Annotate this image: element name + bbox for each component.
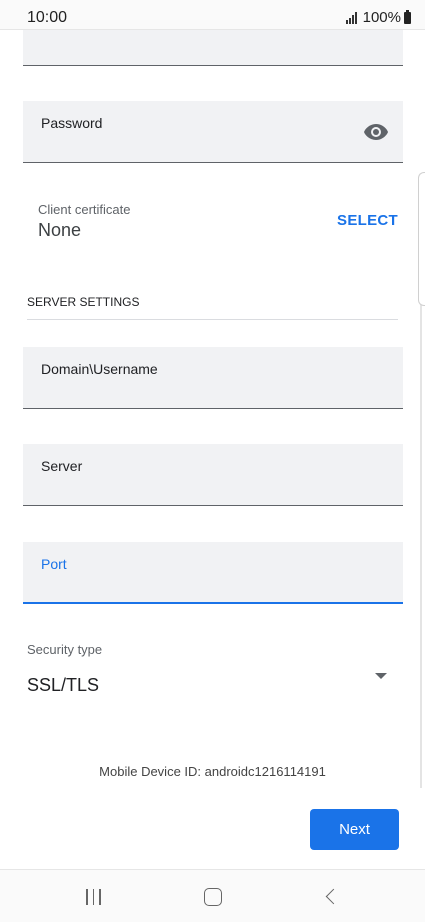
domain-username-label: Domain\Username (41, 361, 158, 377)
scrollbar-handle[interactable] (418, 172, 425, 306)
server-settings-heading: SERVER SETTINGS (27, 295, 140, 309)
select-certificate-button[interactable]: SELECT (337, 212, 398, 229)
server-label: Server (41, 458, 83, 474)
home-icon[interactable] (204, 888, 222, 906)
signal-icon (345, 11, 358, 24)
port-field[interactable]: Port (23, 542, 403, 604)
next-button[interactable]: Next (310, 809, 399, 850)
security-type-label: Security type (27, 642, 103, 657)
status-indicators: 100% (345, 9, 411, 26)
dropdown-arrow-icon[interactable] (375, 673, 387, 679)
client-certificate-label: Client certificate (38, 202, 131, 217)
password-label: Password (41, 115, 103, 131)
password-field[interactable]: Password (23, 101, 403, 163)
domain-username-field[interactable]: Domain\Username (23, 347, 403, 409)
email-field[interactable] (23, 30, 403, 66)
client-certificate-value: None (38, 220, 82, 240)
status-time: 10:00 (27, 9, 68, 26)
server-field[interactable]: Server (23, 444, 403, 506)
scrollbar-track[interactable] (420, 228, 422, 788)
battery-percentage: 100% (362, 9, 401, 26)
port-label: Port (41, 556, 67, 572)
section-divider (27, 319, 398, 320)
navigation-bar (0, 869, 425, 922)
eye-icon[interactable] (363, 123, 389, 141)
battery-icon (404, 9, 411, 24)
status-bar: 10:00 100% (0, 0, 425, 30)
mobile-device-id: Mobile Device ID: androidc1216114191 (99, 764, 326, 779)
back-icon[interactable] (325, 888, 342, 905)
recent-apps-icon[interactable] (86, 889, 106, 905)
security-type-select[interactable]: SSL/TLS (27, 675, 99, 696)
